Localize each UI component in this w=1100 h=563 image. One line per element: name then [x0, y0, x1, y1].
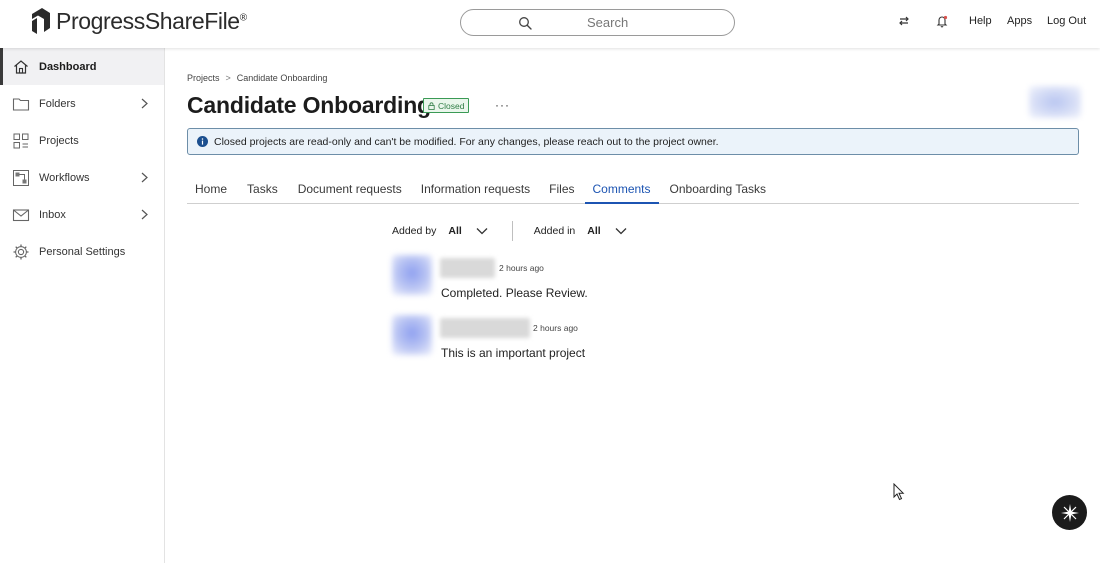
comment-text: This is an important project — [441, 346, 586, 360]
apps-link[interactable]: Apps — [1007, 15, 1032, 27]
chevron-down-icon — [615, 228, 627, 235]
sidebar-item-label: Projects — [39, 134, 79, 147]
more-options-button[interactable]: ··· — [495, 98, 510, 112]
chevron-right-icon[interactable] — [141, 98, 148, 109]
sidebar-item-workflows[interactable]: Workflows — [0, 159, 164, 196]
added-in-label: Added in — [533, 225, 576, 237]
page-title: Candidate Onboarding — [187, 92, 431, 118]
logout-link[interactable]: Log Out — [1047, 15, 1086, 27]
sidebar-item-label: Folders — [39, 97, 76, 110]
logo-wordmark: ProgressShareFile® — [56, 7, 247, 34]
search-icon — [519, 17, 532, 30]
assistant-button[interactable] — [1052, 495, 1087, 530]
sparkle-icon — [1060, 503, 1079, 522]
sidebar: Dashboard Folders Projects Workflows Inb… — [0, 48, 165, 563]
added-in-value: All — [587, 225, 601, 237]
project-tabs: Home Tasks Document requests Information… — [187, 176, 1079, 204]
status-badge-label: Closed — [438, 100, 465, 111]
added-by-filter[interactable]: Added by All — [392, 225, 488, 237]
avatar — [392, 315, 432, 355]
search-input[interactable] — [587, 15, 707, 30]
comment-item: 2 hours ago Completed. Please Review. — [392, 255, 792, 303]
gear-icon — [13, 244, 29, 259]
filter-divider — [511, 221, 513, 241]
blurred-action-button[interactable] — [1029, 86, 1081, 118]
sidebar-item-label: Dashboard — [39, 60, 97, 73]
avatar — [392, 255, 432, 295]
comment-timestamp: 2 hours ago — [499, 263, 544, 273]
envelope-icon — [12, 208, 30, 221]
breadcrumb: Projects > Candidate Onboarding — [187, 73, 327, 83]
folder-icon — [12, 97, 30, 111]
added-by-label: Added by — [392, 225, 437, 237]
sidebar-item-personal-settings[interactable]: Personal Settings — [0, 233, 164, 270]
tab-tasks[interactable]: Tasks — [239, 176, 286, 204]
comment-author — [440, 258, 495, 278]
tab-comments[interactable]: Comments — [584, 176, 659, 204]
sidebar-item-label: Workflows — [39, 171, 90, 184]
tab-information-requests[interactable]: Information requests — [413, 176, 538, 204]
sidebar-item-dashboard[interactable]: Dashboard — [0, 48, 164, 85]
sidebar-item-projects[interactable]: Projects — [0, 122, 164, 159]
search-box[interactable] — [460, 9, 735, 36]
tab-files[interactable]: Files — [541, 176, 582, 204]
comment-item: 2 hours ago This is an important project — [392, 315, 792, 363]
sharefile-logo[interactable]: ProgressShareFile® — [30, 6, 247, 36]
breadcrumb-projects-link[interactable]: Projects — [187, 73, 220, 83]
help-link[interactable]: Help — [969, 15, 992, 27]
tab-document-requests[interactable]: Document requests — [290, 176, 410, 204]
progress-logo-icon — [32, 8, 50, 34]
info-icon — [197, 136, 208, 147]
status-badge: Closed — [423, 98, 470, 113]
comment-timestamp: 2 hours ago — [533, 323, 578, 333]
comment-text: Completed. Please Review. — [441, 286, 588, 300]
comment-filters: Added by All Added in All — [392, 220, 627, 242]
comment-author — [440, 318, 530, 338]
added-in-filter[interactable]: Added in All — [534, 225, 627, 237]
chevron-right-icon[interactable] — [141, 209, 148, 220]
breadcrumb-separator: > — [225, 73, 231, 83]
sidebar-item-folders[interactable]: Folders — [0, 85, 164, 122]
chevron-down-icon — [476, 228, 488, 235]
sidebar-item-label: Personal Settings — [39, 245, 126, 258]
bell-icon[interactable] — [934, 13, 950, 29]
sidebar-item-label: Inbox — [39, 208, 66, 221]
projects-icon — [13, 133, 29, 148]
workflows-icon — [13, 169, 29, 186]
lock-icon — [428, 101, 435, 110]
swap-arrows-icon[interactable] — [896, 13, 912, 29]
home-icon — [14, 59, 28, 74]
chevron-right-icon[interactable] — [141, 172, 148, 183]
tab-home[interactable]: Home — [187, 176, 235, 204]
top-bar: ProgressShareFile® Help Apps Log Out — [0, 0, 1100, 48]
info-banner: Closed projects are read-only and can't … — [187, 128, 1079, 155]
tab-onboarding-tasks[interactable]: Onboarding Tasks — [662, 176, 775, 204]
sidebar-item-inbox[interactable]: Inbox — [0, 196, 164, 233]
mouse-cursor-icon — [893, 483, 905, 501]
added-by-value: All — [448, 225, 462, 237]
info-banner-text: Closed projects are read-only and can't … — [214, 135, 719, 148]
breadcrumb-current: Candidate Onboarding — [236, 73, 328, 83]
